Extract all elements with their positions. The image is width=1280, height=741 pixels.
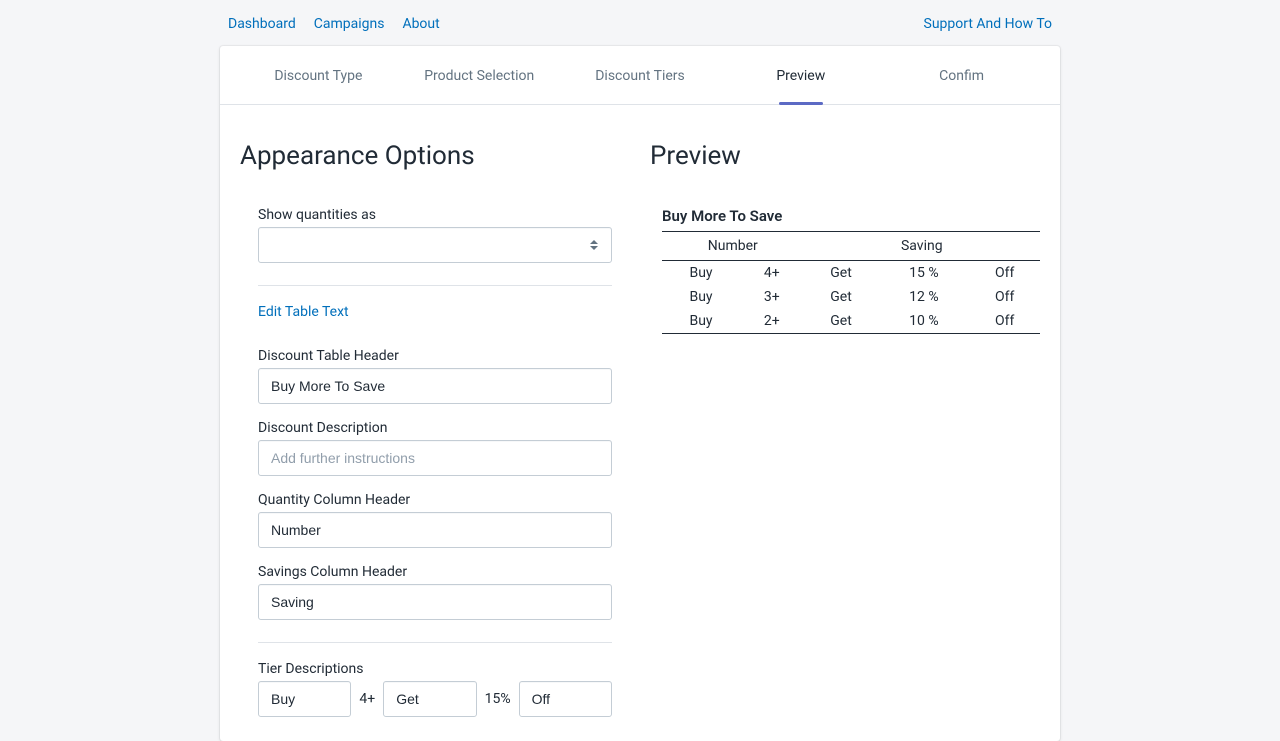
tier-off-input[interactable]: [519, 681, 612, 717]
tab-discount-tiers[interactable]: Discount Tiers: [560, 46, 721, 104]
preview-heading: Preview: [650, 141, 1040, 171]
tab-product-selection[interactable]: Product Selection: [399, 46, 560, 104]
divider: [258, 285, 612, 286]
appearance-heading: Appearance Options: [240, 141, 630, 171]
preview-table-title: Buy More To Save: [662, 207, 1040, 231]
savings-col-input[interactable]: [258, 584, 612, 620]
nav-about[interactable]: About: [402, 16, 439, 32]
show-quantities-label: Show quantities as: [258, 207, 612, 223]
savings-col-label: Savings Column Header: [258, 564, 612, 580]
description-input[interactable]: [258, 440, 612, 476]
tab-preview[interactable]: Preview: [720, 46, 881, 104]
tier-pct-text: 15%: [485, 691, 511, 707]
preview-col-saving: Saving: [804, 232, 1040, 261]
nav-campaigns[interactable]: Campaigns: [314, 16, 385, 32]
tabs: Discount Type Product Selection Discount…: [220, 46, 1060, 105]
tier-qty-text: 4+: [359, 691, 375, 707]
table-header-input[interactable]: [258, 368, 612, 404]
tier-get-input[interactable]: [383, 681, 476, 717]
preview-table: Number Saving Buy 4+ Get 15 % Off: [662, 231, 1040, 334]
main-card: Discount Type Product Selection Discount…: [220, 46, 1060, 741]
table-row: Buy 4+ Get 15 % Off: [662, 261, 1040, 286]
nav-dashboard[interactable]: Dashboard: [228, 16, 296, 32]
table-row: Buy 3+ Get 12 % Off: [662, 285, 1040, 309]
tab-confirm[interactable]: Confim: [881, 46, 1042, 104]
nav-support[interactable]: Support And How To: [924, 16, 1052, 32]
show-quantities-select[interactable]: [258, 227, 612, 263]
top-nav: Dashboard Campaigns About Support And Ho…: [220, 16, 1060, 46]
qty-col-input[interactable]: [258, 512, 612, 548]
table-header-label: Discount Table Header: [258, 348, 612, 364]
description-label: Discount Description: [258, 420, 612, 436]
qty-col-label: Quantity Column Header: [258, 492, 612, 508]
tab-discount-type[interactable]: Discount Type: [238, 46, 399, 104]
table-row: Buy 2+ Get 10 % Off: [662, 309, 1040, 334]
preview-col-quantity: Number: [662, 232, 804, 261]
tier-buy-input[interactable]: [258, 681, 351, 717]
edit-table-text-link[interactable]: Edit Table Text: [258, 304, 349, 320]
tier-desc-label: Tier Descriptions: [258, 661, 612, 677]
divider: [258, 642, 612, 643]
